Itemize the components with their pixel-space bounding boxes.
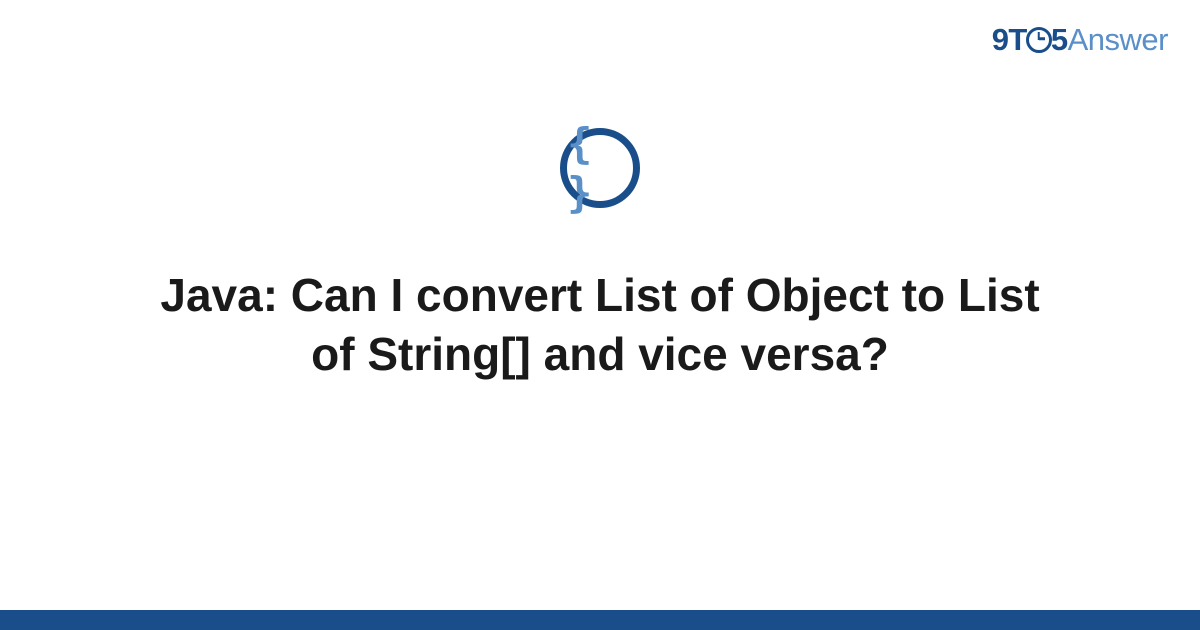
code-braces-icon: { } <box>567 119 633 217</box>
footer-bar <box>0 610 1200 630</box>
clock-icon <box>1026 27 1052 53</box>
question-title: Java: Can I convert List of Object to Li… <box>100 266 1100 384</box>
logo-text-9t: 9T <box>992 22 1027 57</box>
logo-text-answer: Answer <box>1068 22 1168 57</box>
main-content: { } Java: Can I convert List of Object t… <box>0 128 1200 384</box>
logo-text-5: 5 <box>1051 22 1068 57</box>
category-icon-circle: { } <box>560 128 640 208</box>
site-logo: 9T 5Answer <box>992 22 1168 58</box>
